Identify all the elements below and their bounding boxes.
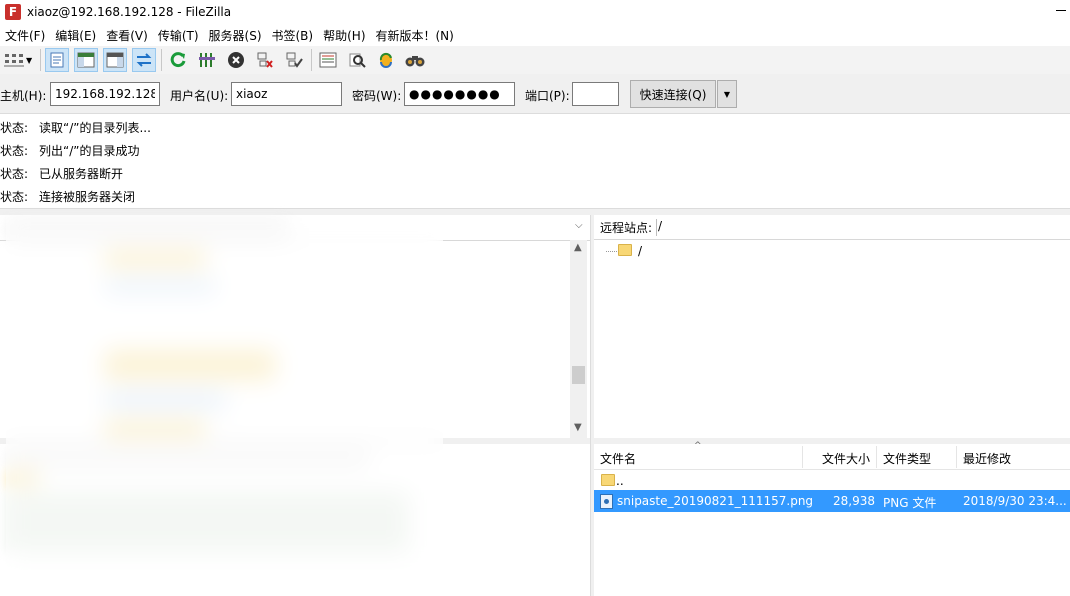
log-message: 连接被服务器关闭	[39, 190, 136, 204]
quickconnect-bar: 主机(H): 用户名(U): 密码(W): 端口(P): 快速连接(Q) ▼	[0, 74, 1070, 114]
title-bar: F xiaoz@192.168.192.128 - FileZilla	[0, 0, 1070, 24]
folder-icon	[618, 244, 632, 256]
menu-new-version[interactable]: 有新版本！(N)	[371, 27, 459, 44]
process-queue-icon[interactable]	[195, 48, 219, 72]
chevron-down-icon: ▼	[723, 89, 731, 99]
column-separator[interactable]	[802, 446, 803, 468]
file-type: PNG 文件	[883, 496, 937, 510]
host-input[interactable]	[50, 82, 160, 106]
file-list-header: ^ 文件名 文件大小 文件类型 最近修改	[594, 441, 1070, 470]
column-separator[interactable]	[876, 446, 877, 468]
menu-view[interactable]: 查看(V)	[101, 27, 153, 44]
remote-site-label: 远程站点:	[596, 219, 658, 236]
menu-server[interactable]: 服务器(S)	[204, 27, 267, 44]
port-label: 端口(P):	[525, 89, 570, 103]
log-line: 状态: 已从服务器断开	[0, 165, 123, 185]
log-key: 状态:	[0, 190, 29, 204]
site-manager-dropdown-icon[interactable]: ▼	[26, 48, 34, 72]
image-file-icon	[600, 494, 613, 509]
column-filesize[interactable]: 文件大小	[822, 450, 870, 467]
tree-root-label[interactable]: /	[638, 244, 642, 258]
toggle-local-tree-icon[interactable]	[74, 48, 98, 72]
site-manager-icon[interactable]	[2, 48, 26, 72]
reconnect-icon[interactable]	[282, 48, 306, 72]
toolbar: ▼	[0, 46, 1070, 74]
toggle-log-icon[interactable]	[45, 48, 69, 72]
quickconnect-dropdown[interactable]: ▼	[717, 80, 737, 108]
log-key: 状态:	[0, 121, 29, 135]
cancel-icon[interactable]	[224, 48, 248, 72]
username-input[interactable]	[231, 82, 342, 106]
remote-file-list: ^ 文件名 文件大小 文件类型 最近修改 .. snipaste_2019082…	[594, 441, 1070, 596]
password-input[interactable]	[404, 82, 515, 106]
remote-tree: /	[594, 240, 1070, 438]
menu-bar: 文件(F) 编辑(E) 查看(V) 传输(T) 服务器(S) 书签(B) 帮助(…	[0, 24, 1070, 46]
log-key: 状态:	[0, 144, 29, 158]
message-log: 状态: 读取“/”的目录列表... 状态: 列出“/”的目录成功 状态: 已从服务器断…	[0, 115, 1070, 209]
file-name: ..	[616, 474, 624, 488]
filezilla-icon: F	[5, 4, 21, 20]
refresh-icon[interactable]	[166, 48, 190, 72]
menu-edit[interactable]: 编辑(E)	[50, 27, 101, 44]
column-filename[interactable]: 文件名	[600, 450, 636, 467]
column-separator[interactable]	[956, 446, 957, 468]
minimize-button[interactable]	[1056, 10, 1066, 11]
toggle-queue-icon[interactable]	[132, 48, 156, 72]
toolbar-separator	[311, 49, 312, 71]
toolbar-separator	[161, 49, 162, 71]
port-input[interactable]	[572, 82, 619, 106]
remote-site-input[interactable]: /	[658, 219, 662, 233]
disconnect-icon[interactable]	[253, 48, 277, 72]
local-tree-scrollbar[interactable]: ▲ ▼	[570, 240, 587, 438]
log-key: 状态:	[0, 167, 29, 181]
menu-file[interactable]: 文件(F)	[0, 27, 50, 44]
menu-transfer[interactable]: 传输(T)	[153, 27, 204, 44]
file-modified: 2018/9/30 23:4...	[963, 494, 1067, 508]
log-message: 已从服务器断开	[39, 167, 124, 181]
column-modified[interactable]: 最近修改	[963, 450, 1011, 467]
file-name: snipaste_20190821_111157.png	[617, 494, 814, 508]
log-message: 读取“/”的目录列表...	[39, 121, 151, 135]
menu-bookmarks[interactable]: 书签(B)	[267, 27, 319, 44]
sort-ascending-icon: ^	[694, 441, 702, 451]
quickconnect-button[interactable]: 快速连接(Q)	[630, 80, 716, 108]
table-row[interactable]: ..	[594, 470, 1070, 492]
file-size: 28,938	[833, 494, 875, 508]
host-label: 主机(H):	[0, 89, 47, 103]
chevron-down-icon[interactable]: ⌵	[575, 220, 583, 231]
menu-help[interactable]: 帮助(H)	[318, 27, 370, 44]
redaction-blur	[6, 215, 443, 571]
folder-icon	[601, 474, 615, 486]
find-files-icon[interactable]	[403, 48, 427, 72]
toolbar-separator	[40, 49, 41, 71]
filter-icon[interactable]	[316, 48, 340, 72]
log-line: 状态: 列出“/”的目录成功	[0, 142, 139, 162]
toggle-remote-tree-icon[interactable]	[103, 48, 127, 72]
window-title: xiaoz@192.168.192.128 - FileZilla	[27, 5, 232, 19]
search-icon[interactable]	[345, 48, 369, 72]
scroll-up-icon[interactable]: ▲	[574, 242, 582, 253]
password-label: 密码(W):	[352, 89, 402, 103]
compare-icon[interactable]	[374, 48, 398, 72]
log-line: 状态: 连接被服务器关闭	[0, 188, 135, 208]
scrollbar-thumb[interactable]	[572, 366, 585, 384]
table-row[interactable]: snipaste_20190821_111157.png 28,938 PNG …	[594, 490, 1070, 512]
remote-site-bar: 远程站点: /	[594, 215, 1070, 240]
username-label: 用户名(U):	[170, 89, 229, 103]
log-line: 状态: 读取“/”的目录列表...	[0, 119, 151, 139]
scroll-down-icon[interactable]: ▼	[574, 422, 582, 433]
column-filetype[interactable]: 文件类型	[883, 450, 931, 467]
log-message: 列出“/”的目录成功	[39, 144, 140, 158]
